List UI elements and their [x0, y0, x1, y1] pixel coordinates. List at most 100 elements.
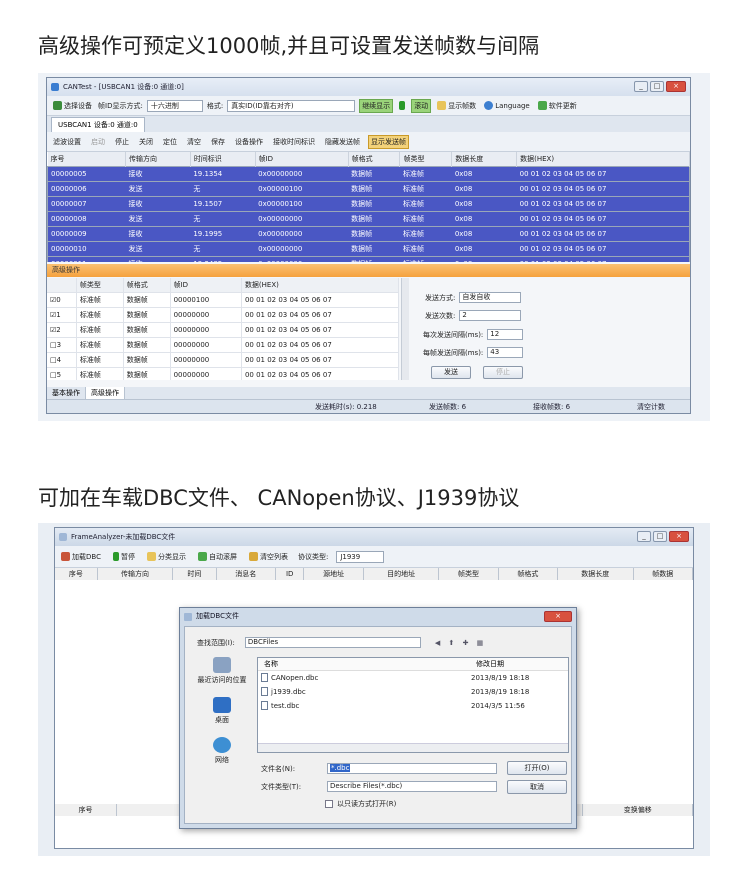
continue-display-button[interactable]: 继续显示 [359, 98, 394, 113]
tab-basic[interactable]: 基本操作 [47, 387, 86, 399]
adv-row[interactable]: ☑0 标准帧 数据帧 00000100 00 01 02 03 04 05 06 07 [47, 292, 399, 308]
hide-tx-button[interactable]: 隐藏发送帧 [323, 136, 362, 148]
protocol-select[interactable]: J1939 [336, 550, 385, 563]
close-button[interactable]: × [666, 81, 686, 92]
maximize-button[interactable]: □ [650, 81, 664, 92]
format-select[interactable]: 真实ID(ID靠右对齐) [227, 99, 356, 112]
file-item[interactable]: CANopen.dbc 2013/8/19 18:18 [258, 671, 568, 685]
table-row[interactable]: 00000006 发送无 0x00000100 数据帧 标准帧 0x08 00 01 02 … [47, 181, 690, 197]
select-device-button[interactable]: 选择设备 [51, 100, 94, 112]
show-tx-button[interactable]: 显示发送帧 [368, 134, 409, 149]
fa-column-header[interactable]: 数据长度 [557, 568, 634, 580]
table-row[interactable]: 00000005 接收 19.1354 0x00000000 数据帧 标准帧 0x08 00 … [47, 166, 690, 182]
file-hscrollbar[interactable] [258, 743, 568, 752]
column-header[interactable]: 数据长度 [451, 152, 518, 167]
fa-close-button[interactable]: × [669, 531, 689, 542]
dialog-close-button[interactable]: × [544, 611, 572, 622]
adv-scrollbar[interactable] [401, 278, 409, 380]
clear-count-button[interactable]: 清空计数 [637, 402, 665, 412]
interval-input[interactable]: 12 [487, 329, 524, 340]
language-button[interactable]: Language [482, 100, 532, 111]
adv-row-checkbox[interactable]: ☑2 [47, 322, 77, 338]
column-header[interactable]: 帧类型 [399, 152, 453, 167]
filetype-select[interactable]: Describe Files(*.dbc) [327, 781, 497, 792]
fa-column-header[interactable]: 帧数据 [633, 568, 693, 580]
file-item[interactable]: test.dbc 2014/3/5 11:56 [258, 699, 568, 713]
autoscroll-button[interactable]: 自动滚屏 [196, 551, 239, 563]
table-row[interactable]: 00000011接收19.24850x00000000数据帧标准帧0x0800 … [47, 256, 690, 262]
column-header[interactable]: 帧格式 [348, 152, 401, 167]
fa-column-header[interactable]: ID [275, 568, 305, 580]
pause-button[interactable] [397, 100, 407, 111]
place-network[interactable]: 网络 [189, 737, 255, 765]
adv-row[interactable]: ☑2 标准帧 数据帧 00000000 00 01 02 03 04 05 06 07 [47, 322, 399, 338]
save-button[interactable]: 保存 [209, 136, 227, 148]
filter-settings-button[interactable]: 滤波设置 [51, 136, 83, 148]
load-dbc-button[interactable]: 加载DBC [59, 551, 103, 563]
minimize-button[interactable]: _ [634, 81, 648, 92]
lookin-select[interactable]: DBCFiles [244, 637, 421, 648]
send-count-input[interactable]: 2 [459, 310, 522, 321]
stop-button[interactable]: 停止 [113, 136, 131, 148]
clear-list-button[interactable]: 清空列表 [247, 551, 290, 563]
start-button[interactable]: 启动 [89, 136, 107, 148]
adv-row-checkbox[interactable]: □3 [47, 337, 77, 353]
adv-row[interactable]: □3 标准帧 数据帧 00000000 00 01 02 03 04 05 06 07 [47, 337, 399, 353]
table-row[interactable]: 00000009 接收 19.1995 0x00000000 数据帧 标准帧 0x08 00 … [47, 226, 690, 242]
show-frames-button[interactable]: 显示帧数 [435, 100, 478, 112]
fa-column-header[interactable]: 传输方向 [97, 568, 174, 580]
open-button[interactable]: 打开(O) [507, 761, 567, 775]
adv-row-checkbox[interactable]: □4 [47, 352, 77, 368]
fa-column-header[interactable]: 帧类型 [438, 568, 499, 580]
col-name-header[interactable]: 名称 [258, 658, 472, 670]
readonly-checkbox[interactable] [325, 800, 333, 808]
fa-maximize-button[interactable]: □ [653, 531, 667, 542]
filename-input[interactable]: *.dbc [327, 763, 497, 774]
adv-row-checkbox[interactable]: ☑1 [47, 307, 77, 323]
scroll-button[interactable]: 滚动 [411, 98, 432, 113]
doc-tab[interactable]: USBCAN1 设备:0 通道:0 [51, 117, 145, 132]
table-row[interactable]: 00000008 发送无 0x00000000 数据帧 标准帧 0x08 00 01 02 … [47, 211, 690, 227]
fa-column-header[interactable]: 目的地址 [363, 568, 440, 580]
signal-column-header[interactable]: 变换偏移 [582, 804, 693, 816]
column-header[interactable]: 数据(HEX) [516, 152, 690, 167]
locate-button[interactable]: 定位 [161, 136, 179, 148]
signal-column-header[interactable]: 序号 [55, 804, 117, 816]
place-desktop[interactable]: 桌面 [189, 697, 255, 725]
fa-column-header[interactable]: 帧格式 [498, 568, 559, 580]
device-ops-button[interactable]: 设备操作 [233, 136, 265, 148]
send-button[interactable]: 发送 [431, 366, 471, 379]
column-header[interactable]: 序号 [47, 152, 127, 167]
rx-time-button[interactable]: 接收时间标识 [271, 136, 317, 148]
stop-send-button[interactable]: 停止 [483, 366, 523, 379]
close-device-button[interactable]: 关闭 [137, 136, 155, 148]
classify-button[interactable]: 分类显示 [145, 551, 188, 563]
column-header[interactable]: 帧ID [255, 152, 349, 167]
fa-column-header[interactable]: 消息名 [216, 568, 276, 580]
adv-row[interactable]: □5 标准帧 数据帧 00000000 00 01 02 03 04 05 06 07 [47, 367, 399, 380]
adv-row-checkbox[interactable]: □5 [47, 367, 77, 380]
id-display-select[interactable]: 十六进制 [146, 99, 203, 112]
fa-column-header[interactable]: 时间 [172, 568, 217, 580]
clear-button[interactable]: 清空 [185, 136, 203, 148]
fa-minimize-button[interactable]: _ [637, 531, 651, 542]
nav-icons[interactable]: ◀ ⬆ ✚ ▦ [435, 639, 486, 647]
tab-advanced[interactable]: 高级操作 [86, 387, 125, 399]
cancel-button[interactable]: 取消 [507, 780, 567, 794]
col-date-header[interactable]: 修改日期 [472, 658, 504, 670]
fa-column-header[interactable]: 序号 [55, 568, 98, 580]
software-update-button[interactable]: 软件更新 [536, 100, 579, 112]
file-item[interactable]: j1939.dbc 2013/8/19 18:18 [258, 685, 568, 699]
column-header[interactable]: 传输方向 [125, 152, 191, 167]
send-mode-select[interactable]: 自发自收 [459, 292, 522, 303]
adv-row[interactable]: ☑1 标准帧 数据帧 00000000 00 01 02 03 04 05 06 07 [47, 307, 399, 323]
table-row[interactable]: 00000010 发送无 0x00000000 数据帧 标准帧 0x08 00 01 02 … [47, 241, 690, 257]
adv-row[interactable]: □4 标准帧 数据帧 00000000 00 01 02 03 04 05 06 07 [47, 352, 399, 368]
table-row[interactable]: 00000007 接收 19.1507 0x00000100 数据帧 标准帧 0x08 00 … [47, 196, 690, 212]
place-recent[interactable]: 最近访问的位置 [189, 657, 255, 685]
adv-row-checkbox[interactable]: ☑0 [47, 292, 77, 308]
column-header[interactable]: 时间标识 [190, 152, 256, 167]
fa-pause-button[interactable]: 暂停 [111, 551, 137, 563]
fa-column-header[interactable]: 源地址 [303, 568, 364, 580]
frame-interval-input[interactable]: 43 [487, 347, 524, 358]
